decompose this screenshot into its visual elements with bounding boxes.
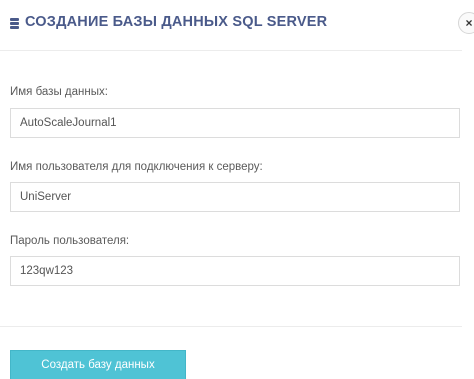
db-name-input[interactable] bbox=[10, 108, 460, 138]
dialog-title-row: СОЗДАНИЕ БАЗЫ ДАННЫХ SQL SERVER bbox=[10, 14, 327, 30]
close-button[interactable]: × bbox=[458, 12, 474, 34]
close-icon: × bbox=[465, 16, 473, 30]
dialog-header: СОЗДАНИЕ БАЗЫ ДАННЫХ SQL SERVER × bbox=[10, 8, 474, 38]
user-label: Имя пользователя для подключения к серве… bbox=[10, 161, 263, 173]
create-database-button[interactable]: Создать базу данных bbox=[10, 350, 186, 379]
database-icon bbox=[10, 17, 19, 29]
password-label: Пароль пользователя: bbox=[10, 235, 130, 247]
db-name-label: Имя базы данных: bbox=[10, 86, 108, 98]
user-input[interactable] bbox=[10, 182, 460, 212]
footer-divider bbox=[0, 326, 462, 327]
dialog-title: СОЗДАНИЕ БАЗЫ ДАННЫХ SQL SERVER bbox=[25, 14, 328, 30]
create-database-dialog: СОЗДАНИЕ БАЗЫ ДАННЫХ SQL SERVER × Имя ба… bbox=[0, 0, 474, 379]
header-divider bbox=[0, 50, 462, 51]
password-input[interactable] bbox=[10, 256, 460, 286]
